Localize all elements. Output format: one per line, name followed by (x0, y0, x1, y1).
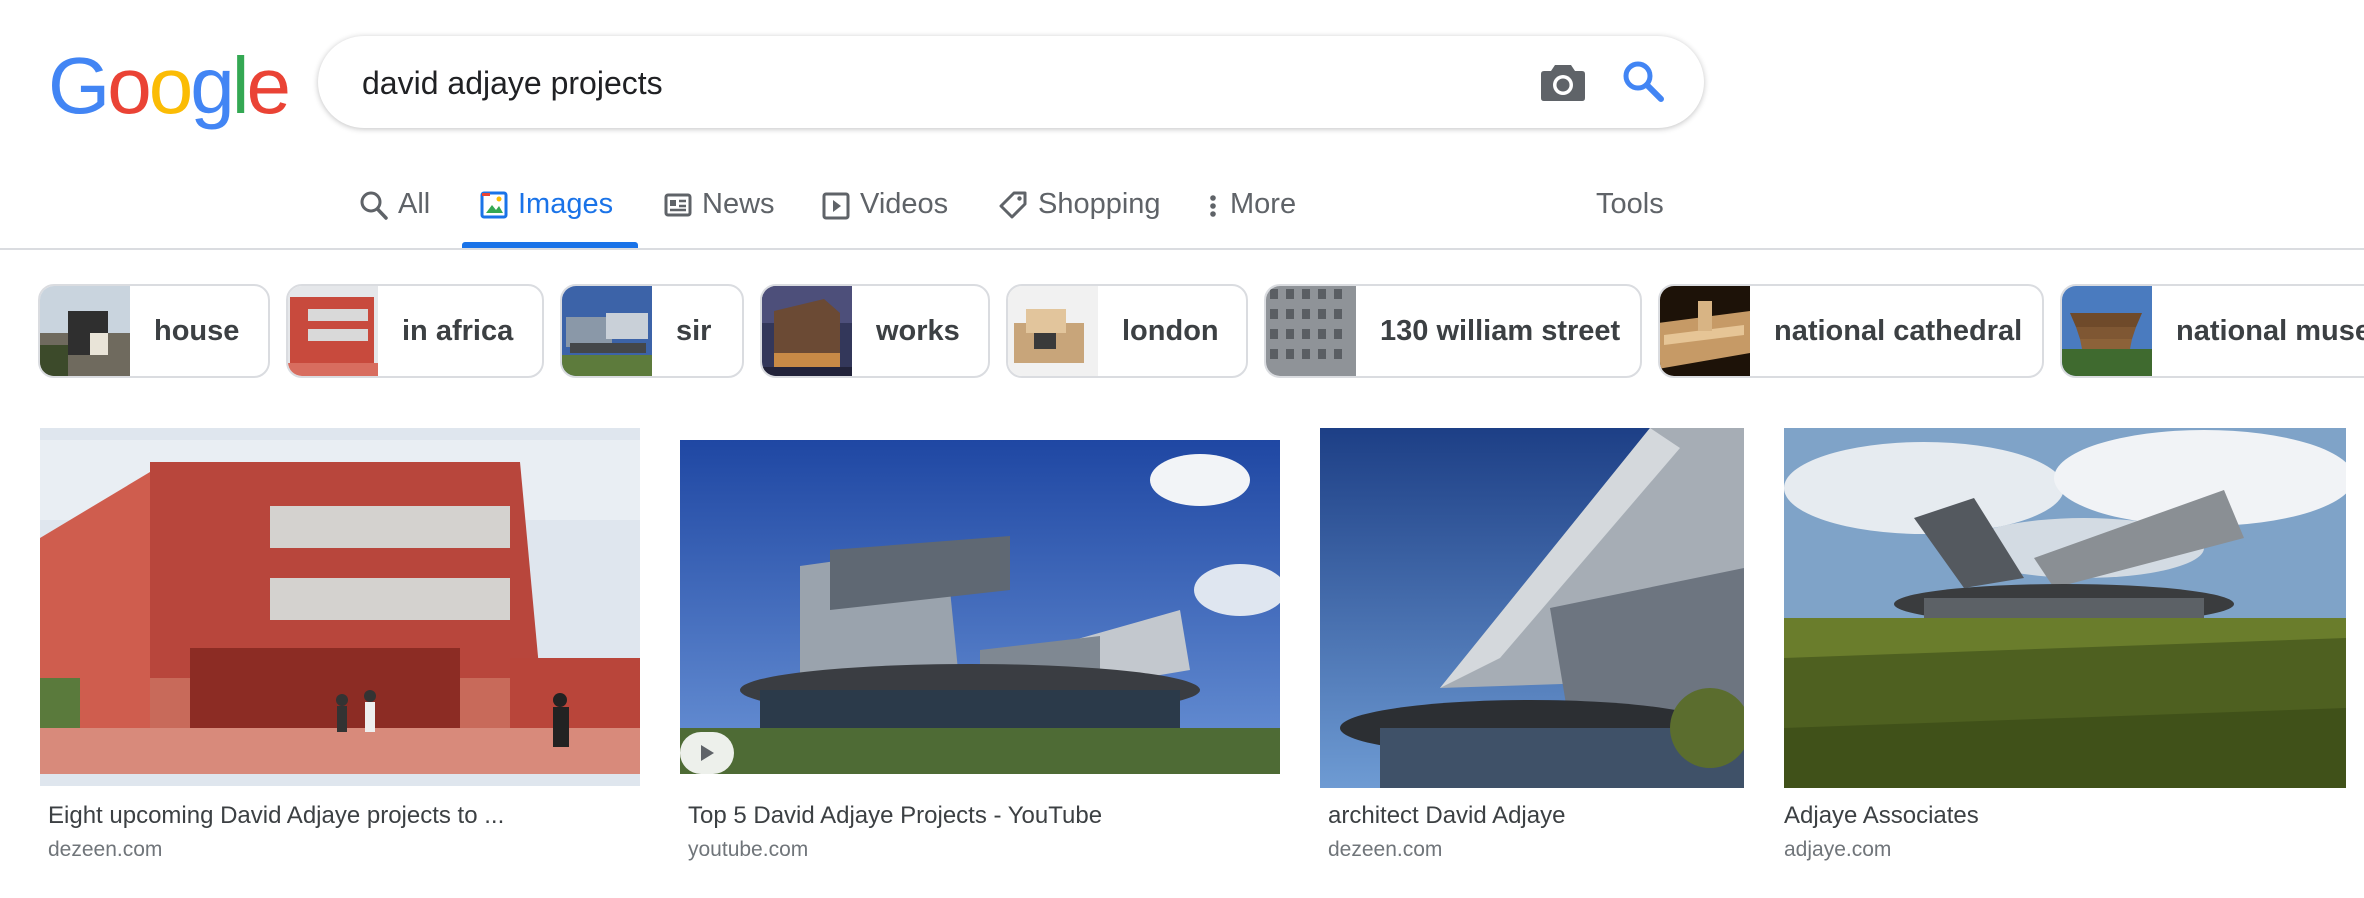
tab-label: All (398, 188, 431, 220)
chip-label: national museum (2176, 314, 2364, 347)
chip-label: national cathedral (1774, 314, 2023, 347)
result-title[interactable]: Top 5 David Adjaye Projects - YouTube (688, 802, 1102, 830)
tab-label: News (702, 188, 775, 220)
related-chip[interactable]: house (38, 284, 270, 378)
google-logo[interactable]: Google (48, 41, 291, 130)
search-icon[interactable] (1622, 60, 1664, 102)
logo-letter: G (48, 41, 110, 130)
related-chip[interactable]: sir (560, 284, 744, 378)
logo-letter: l (231, 41, 250, 130)
architect-building-image (1320, 428, 1744, 788)
chip-label: london (1122, 314, 1219, 347)
skolkovo-building-image (680, 440, 1280, 774)
search-tabs: All Images News Videos Shopping More Too… (0, 172, 2364, 248)
tab-images[interactable]: Images (480, 172, 613, 248)
result-title[interactable]: Eight upcoming David Adjaye projects to … (48, 802, 504, 830)
tab-label: More (1230, 188, 1297, 220)
result-image[interactable] (680, 440, 1280, 774)
result-title[interactable]: architect David Adjaye (1328, 802, 1565, 830)
result-source: adjaye.com (1784, 838, 1892, 861)
tab-all[interactable]: All (360, 172, 430, 248)
chip-thumbnail (1660, 286, 1750, 376)
chip-thumbnail (1266, 286, 1356, 376)
chip-label: house (154, 314, 240, 347)
image-icon (480, 191, 508, 219)
tab-videos[interactable]: Videos (822, 172, 948, 248)
tabs-divider (0, 248, 2364, 250)
logo-letter: e (246, 41, 291, 130)
chip-label: sir (676, 314, 712, 347)
logo-letter: o (107, 41, 151, 130)
result-source: dezeen.com (48, 838, 163, 861)
tag-icon (999, 191, 1027, 219)
result-source: dezeen.com (1328, 838, 1443, 861)
newspaper-icon (664, 193, 692, 217)
play-icon (822, 192, 850, 220)
result-title[interactable]: Adjaye Associates (1784, 802, 1979, 830)
chip-label: in africa (402, 314, 514, 347)
logo-letter: g (190, 41, 234, 130)
chip-thumbnail (2062, 286, 2152, 376)
more-vert-icon (1210, 195, 1216, 217)
result-image[interactable] (1320, 428, 1744, 788)
chip-label: 130 william street (1380, 314, 1621, 347)
tab-label: Videos (860, 188, 949, 220)
related-chip[interactable]: national cathedral (1658, 284, 2044, 378)
result-image[interactable] (1784, 428, 2346, 788)
chip-thumbnail (288, 286, 378, 376)
tab-label: Shopping (1038, 188, 1161, 220)
tools-button[interactable]: Tools (1596, 172, 1664, 248)
chip-thumbnail (762, 286, 852, 376)
search-icon (360, 191, 388, 220)
tab-label: Images (518, 188, 614, 220)
result-source: youtube.com (688, 838, 809, 861)
chip-thumbnail (40, 286, 130, 376)
related-chip[interactable]: 130 william street (1264, 284, 1642, 378)
search-box (318, 36, 1704, 130)
result-image[interactable] (40, 428, 640, 786)
related-chip[interactable]: in africa (286, 284, 544, 378)
camera-icon[interactable] (1540, 60, 1586, 102)
chip-thumbnail (1008, 286, 1098, 376)
adjaye-associates-image (1784, 428, 2346, 788)
chip-label: works (876, 314, 960, 347)
search-input[interactable] (360, 36, 1414, 130)
related-chip[interactable]: national museum (2060, 284, 2364, 378)
logo-letter: o (148, 41, 193, 130)
video-play-badge[interactable] (680, 732, 734, 774)
chip-thumbnail (562, 286, 652, 376)
related-chip[interactable]: london (1006, 284, 1248, 378)
play-icon (701, 745, 714, 761)
tools-label: Tools (1596, 188, 1664, 220)
tab-shopping[interactable]: Shopping (998, 172, 1161, 248)
related-chip[interactable]: works (760, 284, 990, 378)
red-building-image (40, 428, 640, 786)
tab-more[interactable]: More (1206, 172, 1296, 248)
tab-news[interactable]: News (664, 172, 775, 248)
